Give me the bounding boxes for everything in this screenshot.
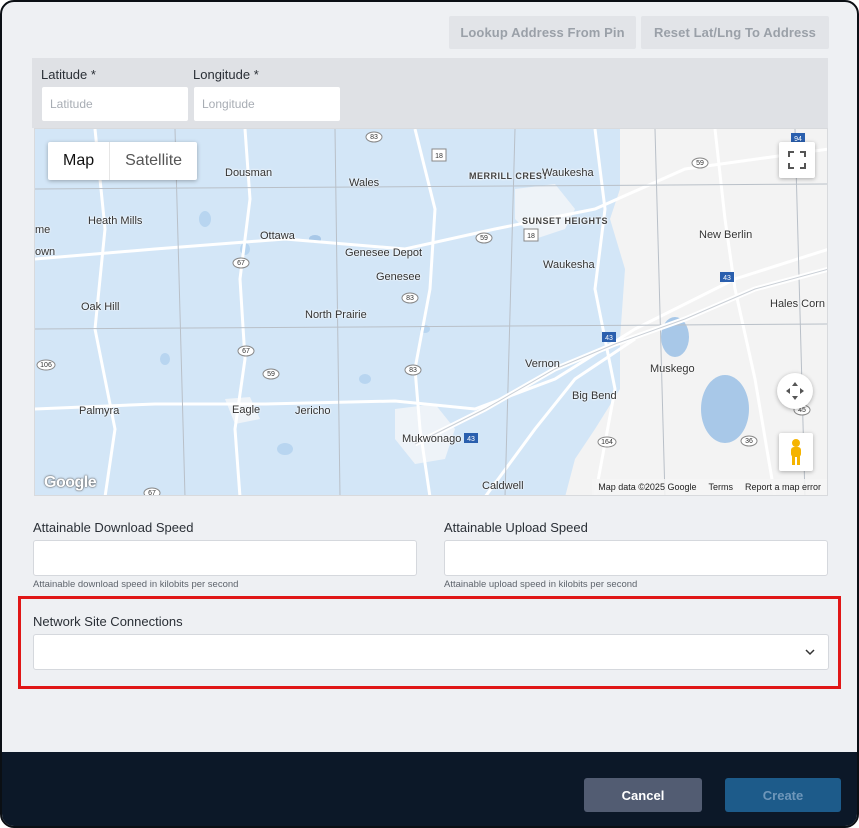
modal-footer: Cancel Create xyxy=(2,752,857,826)
svg-text:36: 36 xyxy=(745,438,753,445)
fullscreen-icon xyxy=(788,151,806,169)
map-attribution: Map data ©2025 Google Terms Report a map… xyxy=(592,479,827,495)
svg-text:83: 83 xyxy=(406,295,414,302)
latitude-input[interactable] xyxy=(42,87,188,121)
route-shield-icon: 83 xyxy=(404,364,422,376)
route-shield-icon: 67 xyxy=(232,257,250,269)
route-shields: 83 18 59 94 59 18 67 43 83 67 59 43 106 … xyxy=(36,131,811,496)
svg-text:83: 83 xyxy=(370,134,378,141)
download-speed-label: Attainable Download Speed xyxy=(33,520,194,535)
svg-text:59: 59 xyxy=(267,371,275,378)
svg-text:106: 106 xyxy=(40,362,52,369)
svg-text:67: 67 xyxy=(237,260,245,267)
map-type-control: Map Satellite xyxy=(48,142,198,180)
svg-text:43: 43 xyxy=(723,275,731,282)
svg-text:59: 59 xyxy=(480,235,488,242)
route-shield-icon: 59 xyxy=(475,232,493,244)
download-speed-help: Attainable download speed in kilobits pe… xyxy=(33,579,239,590)
pegman-icon xyxy=(791,439,801,465)
coordinates-panel: Latitude * Longitude * xyxy=(32,58,828,128)
route-shield-icon: 67 xyxy=(237,345,255,357)
upload-speed-input[interactable] xyxy=(444,540,828,576)
route-shield-icon: 164 xyxy=(597,436,617,448)
svg-text:43: 43 xyxy=(605,335,613,342)
report-error-link[interactable]: Report a map error xyxy=(739,482,827,492)
route-shield-icon: 106 xyxy=(36,359,56,371)
longitude-input[interactable] xyxy=(194,87,340,121)
svg-text:43: 43 xyxy=(467,436,475,443)
route-shield-icon: 83 xyxy=(365,131,383,143)
map-data-text: Map data ©2025 Google xyxy=(598,482,697,492)
google-logo: Google xyxy=(44,474,97,491)
terms-link[interactable]: Terms xyxy=(702,482,739,492)
svg-text:83: 83 xyxy=(409,367,417,374)
svg-text:18: 18 xyxy=(527,233,535,240)
chevron-down-icon xyxy=(805,649,815,656)
upload-speed-label: Attainable Upload Speed xyxy=(444,520,588,535)
svg-text:67: 67 xyxy=(148,490,156,496)
network-site-connections-label: Network Site Connections xyxy=(33,614,183,629)
lookup-address-button[interactable]: Lookup Address From Pin xyxy=(449,16,636,49)
create-button[interactable]: Create xyxy=(725,778,841,812)
route-shield-icon: 59 xyxy=(262,368,280,380)
modal-dialog: Lookup Address From Pin Reset Lat/Lng To… xyxy=(0,0,859,828)
svg-text:67: 67 xyxy=(242,348,250,355)
network-site-connections-select[interactable] xyxy=(33,634,829,670)
route-shield-icon: 43 xyxy=(464,433,478,443)
route-shield-icon: 59 xyxy=(691,157,709,169)
camera-control-button[interactable] xyxy=(777,373,813,409)
upload-speed-help: Attainable upload speed in kilobits per … xyxy=(444,579,638,590)
route-shield-icon: 18 xyxy=(431,148,447,162)
map-type-map-button[interactable]: Map xyxy=(48,142,109,180)
cancel-button[interactable]: Cancel xyxy=(584,778,702,812)
latitude-label: Latitude * xyxy=(41,67,96,82)
pan-arrows-icon xyxy=(786,382,804,400)
svg-text:59: 59 xyxy=(696,160,704,167)
route-shield-icon: 83 xyxy=(401,292,419,304)
reset-latlng-button[interactable]: Reset Lat/Lng To Address xyxy=(641,16,829,49)
download-speed-input[interactable] xyxy=(33,540,417,576)
map-view[interactable]: Dousman Wales MERRILL CREST Waukesha Hea… xyxy=(34,128,828,496)
route-shield-icon: 36 xyxy=(740,435,758,447)
svg-text:164: 164 xyxy=(601,439,613,446)
route-shield-icon: 43 xyxy=(602,332,616,342)
map-type-satellite-button[interactable]: Satellite xyxy=(109,142,197,180)
route-shield-icon: 43 xyxy=(720,272,734,282)
street-view-button[interactable] xyxy=(779,433,813,471)
fullscreen-button[interactable] xyxy=(779,142,815,178)
svg-text:18: 18 xyxy=(435,153,443,160)
longitude-label: Longitude * xyxy=(193,67,259,82)
route-shield-icon: 18 xyxy=(523,228,539,242)
route-shield-icon: 67 xyxy=(143,487,161,496)
